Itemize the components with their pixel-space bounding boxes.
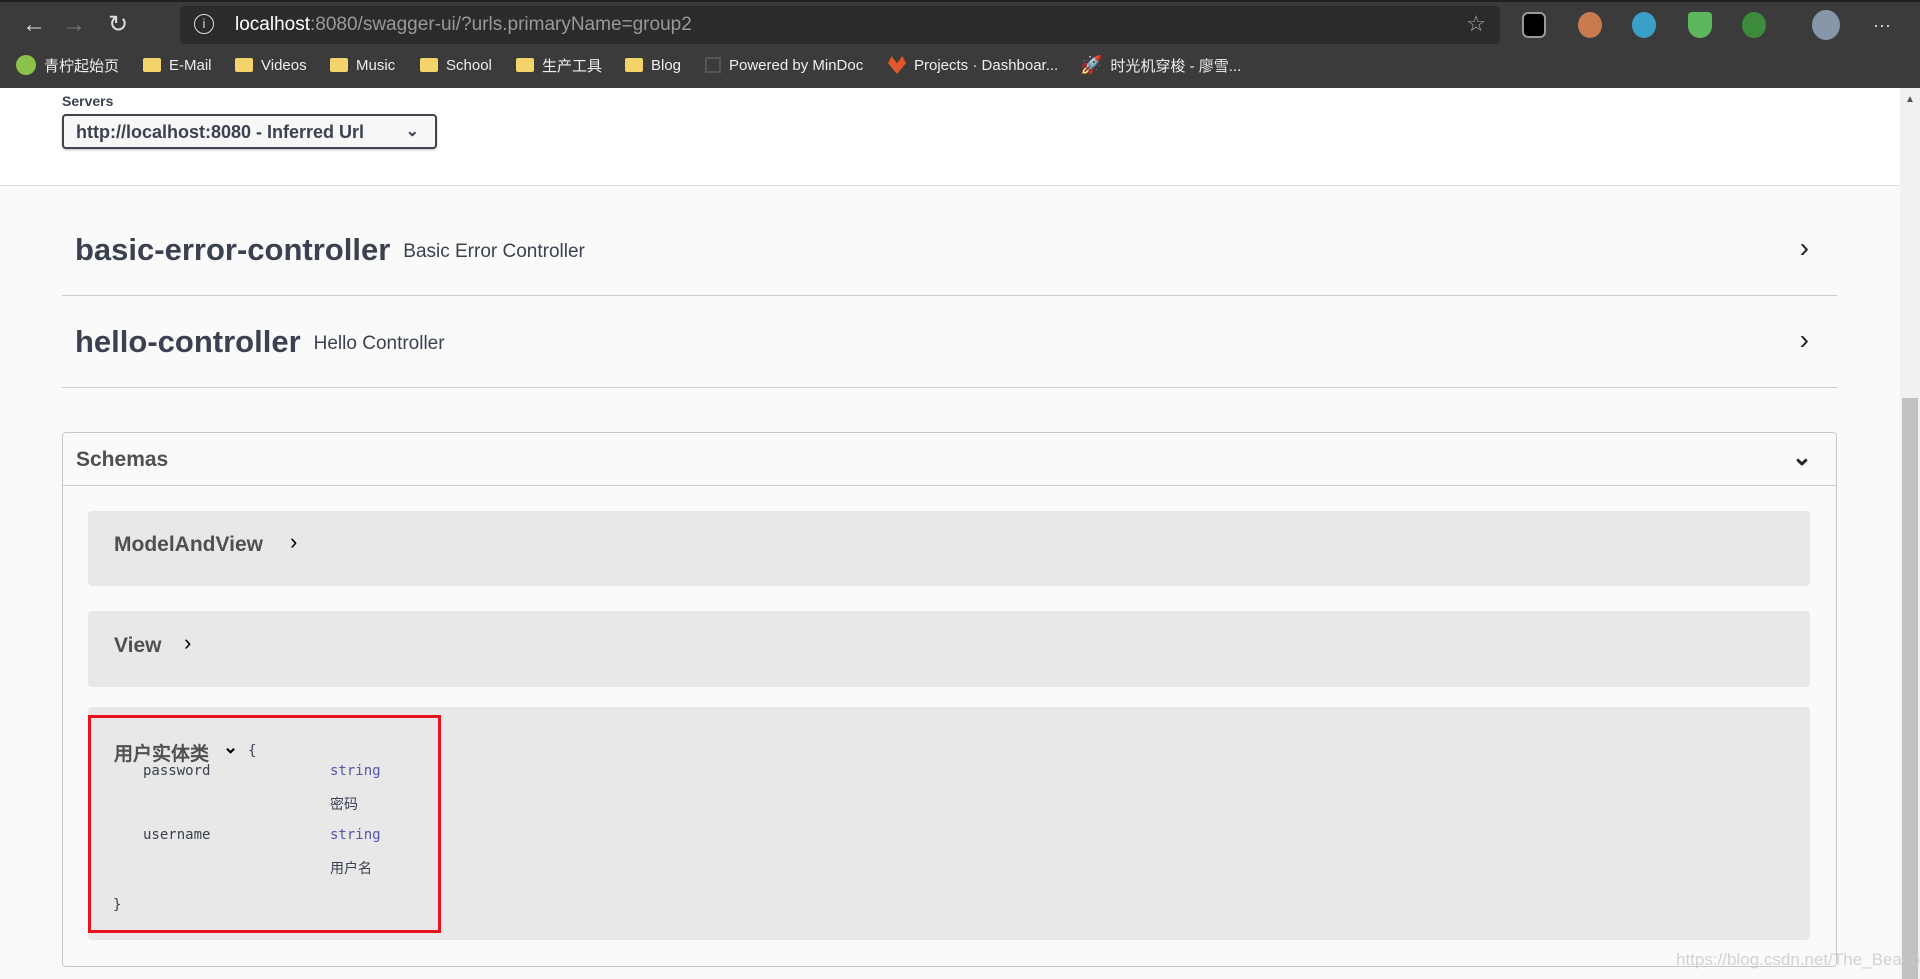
extension-download-icon[interactable] bbox=[1742, 12, 1766, 38]
bookmark-label: School bbox=[446, 56, 492, 74]
bookmark-label: Powered by MinDoc bbox=[729, 56, 864, 74]
chevron-down-icon: ⌄ bbox=[405, 123, 419, 140]
folder-icon bbox=[625, 58, 643, 72]
bookmark-label: Projects · Dashboar... bbox=[914, 56, 1059, 74]
bookmark-label: E-Mail bbox=[169, 56, 212, 74]
bookmark-label: Videos bbox=[261, 56, 307, 74]
bookmark-item[interactable]: Music bbox=[330, 52, 395, 78]
extension-glasses-icon[interactable] bbox=[1522, 12, 1546, 38]
scroll-up-icon[interactable]: ▲ bbox=[1905, 94, 1915, 105]
bookmark-label: 时光机穿梭 - 廖雪... bbox=[1110, 57, 1242, 75]
folder-icon bbox=[235, 58, 253, 72]
extension-shield-icon[interactable] bbox=[1688, 12, 1712, 38]
extension-colorful-icon[interactable] bbox=[1632, 12, 1656, 38]
tag-description: Basic Error Controller bbox=[403, 240, 585, 262]
folder-icon bbox=[143, 58, 161, 72]
chevron-right-icon[interactable]: › bbox=[184, 630, 191, 656]
chevron-right-icon[interactable]: › bbox=[1800, 232, 1809, 264]
gitlab-icon bbox=[888, 56, 906, 74]
profile-avatar[interactable] bbox=[1812, 10, 1840, 40]
model-name: View bbox=[114, 634, 162, 657]
servers-select[interactable]: http://localhost:8080 - Inferred Url ⌄ bbox=[62, 114, 437, 149]
folder-icon bbox=[330, 58, 348, 72]
chevron-right-icon[interactable]: › bbox=[1800, 324, 1809, 356]
tag-name: basic-error-controller bbox=[75, 231, 391, 267]
bookmark-item[interactable]: 青柠起始页 bbox=[16, 52, 119, 78]
edit-icon bbox=[705, 57, 721, 73]
url-path: :8080/swagger-ui/?urls.primaryName=group… bbox=[310, 14, 692, 35]
bookmark-item[interactable]: Powered by MinDoc bbox=[705, 52, 863, 78]
back-icon[interactable]: ← bbox=[18, 10, 50, 40]
bookmark-item[interactable]: Blog bbox=[625, 52, 681, 78]
servers-label: Servers bbox=[62, 93, 114, 109]
bookmark-item[interactable]: 生产工具 bbox=[516, 52, 602, 78]
refresh-icon[interactable]: ↻ bbox=[102, 10, 134, 40]
tag-basic-error-controller[interactable]: basic-error-controller Basic Error Contr… bbox=[62, 204, 1837, 296]
tag-hello-controller[interactable]: hello-controller Hello Controller › bbox=[62, 296, 1837, 388]
bookmark-label: 青柠起始页 bbox=[44, 57, 120, 75]
folder-icon bbox=[516, 58, 534, 72]
chevron-down-icon[interactable]: ⌄ bbox=[1792, 443, 1812, 472]
bookmark-item[interactable]: Projects · Dashboar... bbox=[888, 52, 1058, 78]
servers-section: Servers http://localhost:8080 - Inferred… bbox=[0, 88, 1900, 186]
bookmark-label: Music bbox=[356, 56, 396, 74]
servers-selected-value: http://localhost:8080 - Inferred Url bbox=[76, 122, 365, 142]
info-icon[interactable]: i bbox=[194, 14, 214, 34]
model-view[interactable]: View › bbox=[88, 611, 1810, 687]
bookmark-item[interactable]: School bbox=[420, 52, 492, 78]
bookmark-item[interactable]: E-Mail bbox=[143, 52, 212, 78]
schemas-title: Schemas bbox=[76, 448, 169, 471]
lime-icon bbox=[16, 55, 36, 75]
chevron-right-icon[interactable]: › bbox=[290, 529, 297, 555]
model-name: ModelAndView bbox=[114, 533, 263, 556]
folder-icon bbox=[420, 58, 438, 72]
scrollbar-thumb[interactable] bbox=[1902, 398, 1918, 979]
tab-strip bbox=[0, 0, 1920, 2]
extension-avatar-icon[interactable] bbox=[1578, 12, 1602, 38]
url-host: localhost bbox=[235, 14, 310, 35]
rocket-icon: 🚀 bbox=[1080, 54, 1103, 75]
highlight-box bbox=[88, 715, 441, 933]
bookmark-item[interactable]: Videos bbox=[235, 52, 307, 78]
browser-chrome: ← → ↻ i localhost:8080/swagger-ui/?urls.… bbox=[0, 0, 1920, 88]
bookmark-item[interactable]: 🚀 时光机穿梭 - 廖雪... bbox=[1080, 52, 1241, 78]
bookmark-label: Blog bbox=[651, 56, 682, 74]
model-modelandview[interactable]: ModelAndView › bbox=[88, 511, 1810, 586]
watermark: https://blog.csdn.net/The_Beacon bbox=[1676, 950, 1920, 969]
tag-description: Hello Controller bbox=[313, 332, 445, 354]
address-bar[interactable]: i localhost:8080/swagger-ui/?urls.primar… bbox=[180, 6, 1500, 44]
forward-icon[interactable]: → bbox=[58, 10, 90, 40]
bookmark-label: 生产工具 bbox=[542, 57, 603, 75]
favorite-star-icon[interactable]: ☆ bbox=[1466, 11, 1486, 37]
tag-name: hello-controller bbox=[75, 323, 301, 359]
schemas-header[interactable]: Schemas ⌄ bbox=[63, 433, 1836, 486]
more-menu-icon[interactable]: ··· bbox=[1866, 10, 1898, 40]
